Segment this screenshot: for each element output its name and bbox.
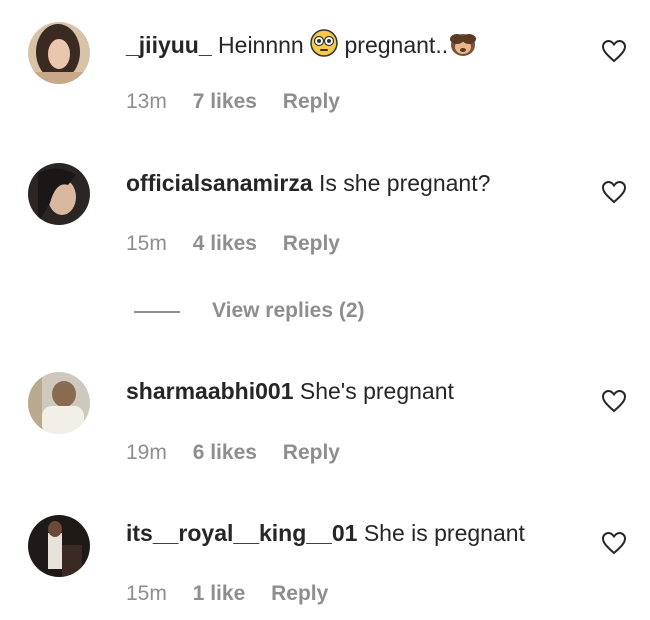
comment-meta: 15m 1 like Reply xyxy=(126,581,348,607)
comment-body: Heinnnn xyxy=(218,32,304,58)
avatar[interactable] xyxy=(28,22,90,84)
reply-button[interactable]: Reply xyxy=(283,441,340,464)
likes-count[interactable]: 7 likes xyxy=(193,90,257,113)
username[interactable]: its__royal__king__01 xyxy=(126,520,357,546)
username[interactable]: officialsanamirza xyxy=(126,170,313,196)
view-replies-label[interactable]: View replies (2) xyxy=(212,297,365,325)
reply-button[interactable]: Reply xyxy=(283,90,340,113)
avatar[interactable] xyxy=(28,515,90,577)
likes-count[interactable]: 6 likes xyxy=(193,441,257,464)
comment-text: _jiiyuu_ Heinnnn pregnant.. xyxy=(126,27,478,63)
likes-count[interactable]: 1 like xyxy=(193,582,246,605)
username[interactable]: sharmaabhi001 xyxy=(126,378,293,404)
heart-outline-icon[interactable] xyxy=(601,389,627,413)
heart-outline-icon[interactable] xyxy=(601,531,627,555)
username[interactable]: _jiiyuu_ xyxy=(126,32,212,58)
see-no-evil-monkey-emoji xyxy=(448,27,478,63)
divider-line xyxy=(134,311,180,313)
comment-body-continued: pregnant.. xyxy=(344,32,449,58)
comment-meta: 13m 7 likes Reply xyxy=(126,89,360,115)
reply-button[interactable]: Reply xyxy=(271,582,328,605)
comment-body: She's pregnant xyxy=(299,378,454,404)
comment-body: Is she pregnant? xyxy=(319,170,491,196)
flushed-face-emoji xyxy=(310,29,338,63)
comment-text: sharmaabhi001 She's pregnant xyxy=(126,377,454,405)
comment-text: officialsanamirza Is she pregnant? xyxy=(126,169,490,197)
likes-count[interactable]: 4 likes xyxy=(193,232,257,255)
timestamp: 15m xyxy=(126,582,167,605)
heart-outline-icon[interactable] xyxy=(601,180,627,204)
comment-meta: 19m 6 likes Reply xyxy=(126,440,360,466)
avatar[interactable] xyxy=(28,163,90,225)
avatar[interactable] xyxy=(28,372,90,434)
timestamp: 19m xyxy=(126,441,167,464)
timestamp: 13m xyxy=(126,90,167,113)
comment-body: She is pregnant xyxy=(363,520,525,546)
heart-outline-icon[interactable] xyxy=(601,39,627,63)
timestamp: 15m xyxy=(126,232,167,255)
comment-text: its__royal__king__01 She is pregnant xyxy=(126,519,525,547)
reply-button[interactable]: Reply xyxy=(283,232,340,255)
comment-meta: 15m 4 likes Reply xyxy=(126,231,360,257)
